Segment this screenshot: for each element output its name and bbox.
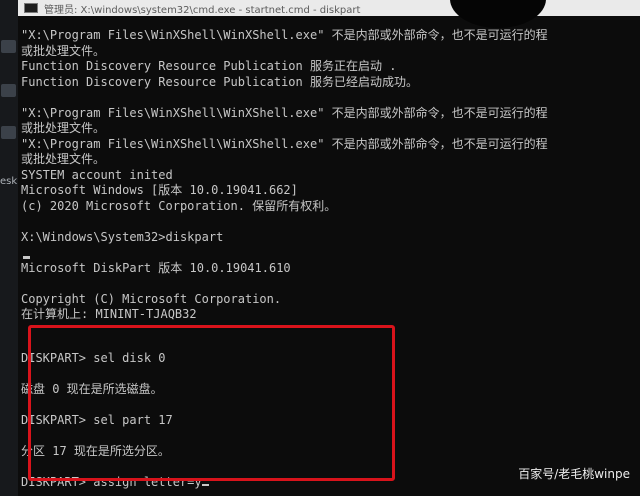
- console-line: (c) 2020 Microsoft Corporation. 保留所有权利。: [21, 198, 337, 213]
- watermark: 百家号/老毛桃winpe: [518, 467, 630, 481]
- cmd-icon: [24, 3, 38, 13]
- cmd-window[interactable]: 管理员: X:\windows\system32\cmd.exe - start…: [18, 0, 640, 496]
- console-line: Copyright (C) Microsoft Corporation.: [21, 291, 282, 306]
- title-bar[interactable]: 管理员: X:\windows\system32\cmd.exe - start…: [18, 0, 640, 16]
- console-line: 或批处理文件。: [21, 121, 106, 135]
- text-cursor: [201, 483, 209, 486]
- console-line: "X:\Program Files\WinXShell\WinXShell.ex…: [21, 105, 548, 120]
- highlight-box: [28, 325, 395, 481]
- console-line: Function Discovery Resource Publication …: [21, 59, 397, 73]
- console-line: 或批处理文件。: [21, 152, 106, 166]
- desktop-shortcut-icon[interactable]: [1, 126, 16, 139]
- console-line: 或批处理文件。: [21, 43, 106, 58]
- console-line: Microsoft Windows [版本 10.0.19041.662]: [21, 183, 298, 197]
- console-line: "X:\Program Files\WinXShell\WinXShell.ex…: [21, 136, 548, 151]
- window-title: 管理员: X:\windows\system32\cmd.exe - start…: [44, 4, 361, 16]
- console-line: SYSTEM account inited: [21, 167, 173, 182]
- screen-glare: [450, 0, 546, 28]
- desktop-strip: esk: [0, 0, 18, 496]
- console-line: Function Discovery Resource Publication …: [21, 74, 418, 89]
- desktop-icon-label: esk: [0, 176, 18, 187]
- desktop-shortcut-icon[interactable]: [1, 40, 16, 53]
- console-line: "X:\Program Files\WinXShell\WinXShell.ex…: [21, 28, 548, 42]
- console-line: X:\Windows\System32>diskpart: [21, 229, 224, 244]
- console-line: 在计算机上: MININT-TJAQB32: [21, 307, 197, 321]
- console-blank-line: [21, 245, 640, 261]
- console-line: Microsoft DiskPart 版本 10.0.19041.610: [21, 260, 291, 275]
- desktop-shortcut-icon[interactable]: [1, 84, 16, 97]
- text-cursor: [23, 256, 30, 259]
